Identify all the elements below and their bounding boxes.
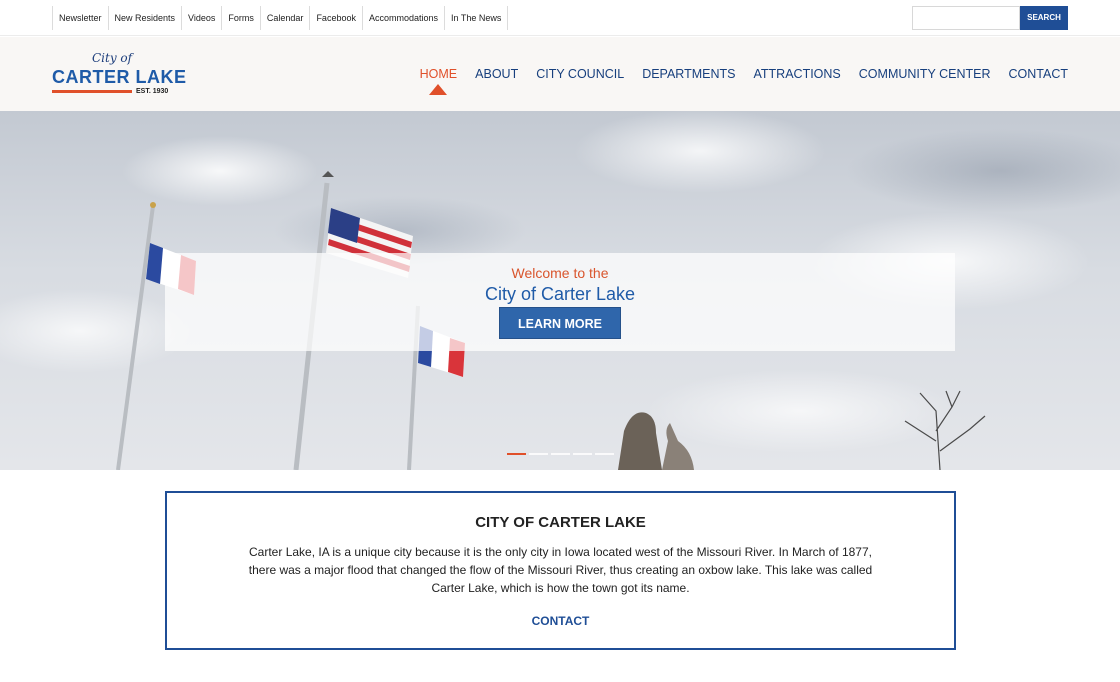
utility-links: Newsletter New Residents Videos Forms Ca…	[52, 6, 509, 30]
utility-link-calendar[interactable]: Calendar	[261, 6, 311, 30]
slider-dot-4[interactable]	[573, 453, 592, 455]
intro-contact-link[interactable]: CONTACT	[167, 614, 954, 628]
hero-title: City of Carter Lake	[484, 284, 636, 304]
hero-slider: Welcome to the City of Carter Lake LEARN…	[0, 111, 1120, 470]
search-input[interactable]	[912, 6, 1020, 30]
nav-item-about[interactable]: ABOUT	[475, 67, 518, 81]
utility-link-forms[interactable]: Forms	[222, 6, 261, 30]
statue-silhouette	[618, 412, 694, 470]
slider-dots	[507, 453, 617, 455]
utility-link-in-the-news[interactable]: In The News	[445, 6, 509, 30]
utility-link-newsletter[interactable]: Newsletter	[53, 6, 109, 30]
bare-tree	[904, 390, 986, 470]
nav-item-attractions[interactable]: ATTRACTIONS	[754, 67, 841, 81]
slider-dot-1[interactable]	[507, 453, 526, 455]
flagpole-left	[116, 205, 155, 470]
hero-kicker: Welcome to the	[511, 265, 609, 281]
slider-dot-2[interactable]	[529, 453, 548, 455]
utility-link-facebook[interactable]: Facebook	[310, 6, 363, 30]
main-nav: HOME ABOUT CITY COUNCIL DEPARTMENTS ATTR…	[402, 67, 1069, 95]
nav-item-label: HOME	[419, 67, 458, 81]
logo-underline	[52, 90, 132, 93]
logo-name: CARTER LAKE	[52, 67, 187, 87]
nav-item-departments[interactable]: DEPARTMENTS	[642, 67, 735, 81]
slider-dot-3[interactable]	[551, 453, 570, 455]
hero-welcome-panel: Welcome to the City of Carter Lake LEARN…	[165, 253, 955, 351]
logo-est: EST. 1930	[136, 88, 169, 95]
intro-card: CITY OF CARTER LAKE Carter Lake, IA is a…	[165, 491, 956, 650]
utility-link-videos[interactable]: Videos	[182, 6, 223, 30]
site-logo[interactable]: City of CARTER LAKE EST. 1930	[52, 51, 186, 99]
active-caret-icon	[429, 84, 448, 95]
learn-more-button[interactable]: LEARN MORE	[499, 307, 621, 339]
site-header: City of CARTER LAKE EST. 1930 HOME ABOUT…	[0, 37, 1120, 111]
search-button[interactable]: SEARCH	[1020, 6, 1068, 30]
intro-body: Carter Lake, IA is a unique city because…	[248, 545, 873, 595]
nav-item-city-council[interactable]: CITY COUNCIL	[536, 67, 624, 81]
nav-item-community-center[interactable]: COMMUNITY CENTER	[859, 67, 991, 81]
utility-link-new-residents[interactable]: New Residents	[109, 6, 183, 30]
logo-city-of: City of	[92, 51, 133, 65]
intro-title: CITY OF CARTER LAKE	[475, 514, 646, 531]
nav-item-home[interactable]: HOME	[419, 67, 458, 95]
utility-link-accommodations[interactable]: Accommodations	[363, 6, 445, 30]
nav-item-contact[interactable]: CONTACT	[1009, 67, 1069, 81]
slider-dot-5[interactable]	[595, 453, 614, 455]
utility-bar: Newsletter New Residents Videos Forms Ca…	[0, 0, 1120, 36]
